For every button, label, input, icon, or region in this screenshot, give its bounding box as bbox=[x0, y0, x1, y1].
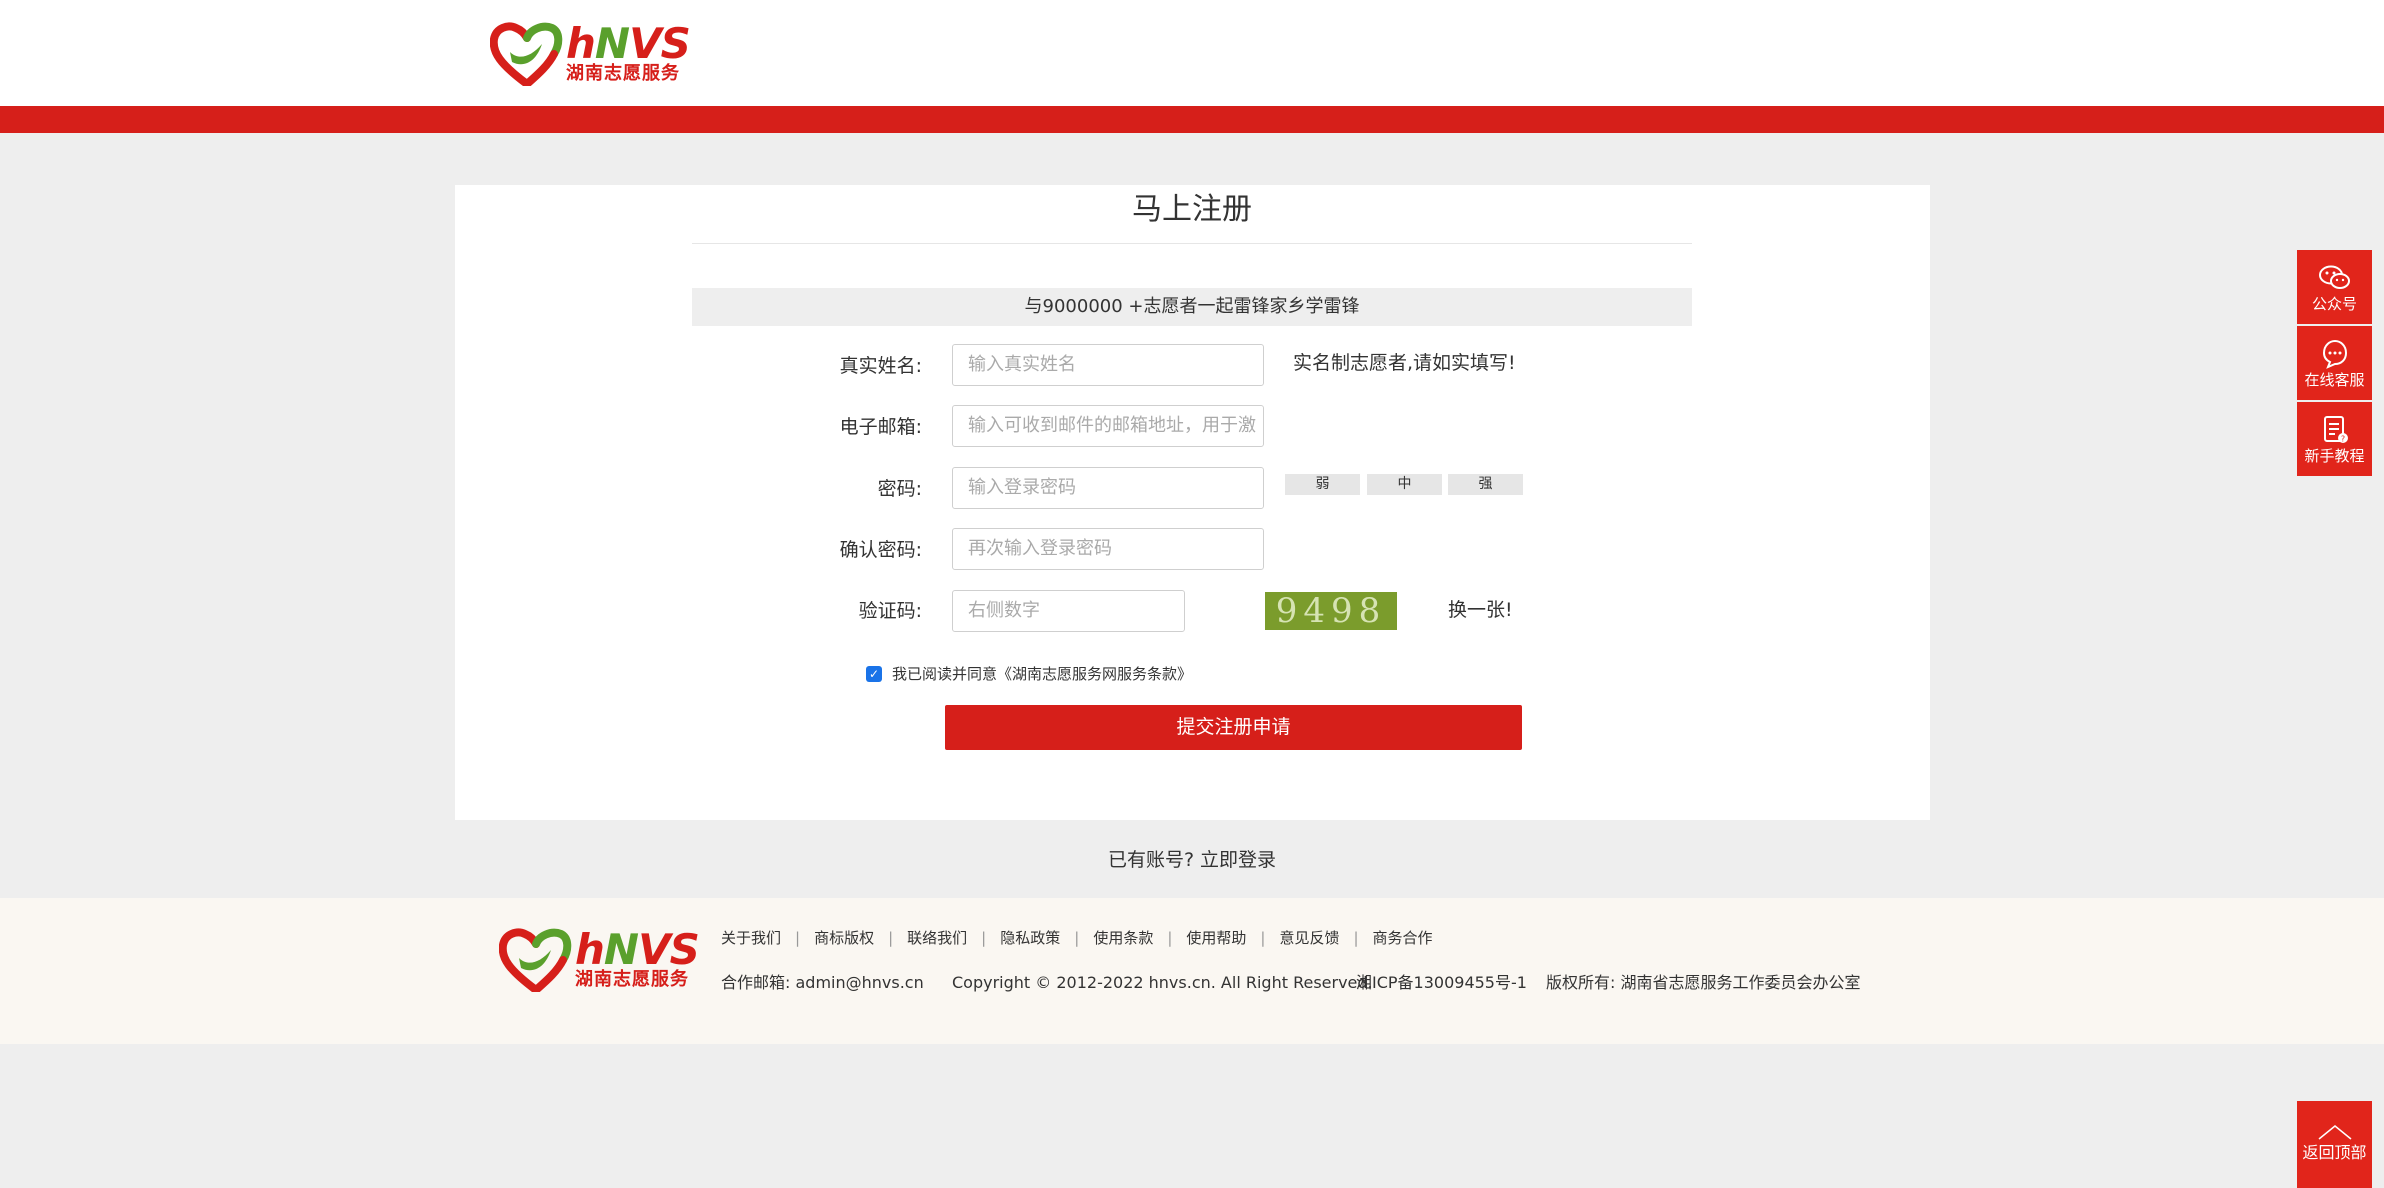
captcha-image[interactable]: 9498 bbox=[1265, 592, 1397, 630]
confirm-password-input[interactable]: 再次输入登录密码 bbox=[952, 528, 1264, 570]
real-name-input[interactable]: 输入真实姓名 bbox=[952, 344, 1264, 386]
side-service-label: 在线客服 bbox=[2304, 371, 2365, 389]
page-title: 马上注册 bbox=[1132, 192, 1252, 227]
footer-logo[interactable]: hNVS 湖南志愿服务 bbox=[498, 925, 700, 994]
password-label: 密码: bbox=[877, 478, 922, 500]
real-name-label: 真实姓名: bbox=[839, 355, 922, 377]
footer-owner: 版权所有: 湖南省志愿服务工作委员会办公室 bbox=[1546, 973, 1861, 992]
side-tutorial-label: 新手教程 bbox=[2304, 447, 2365, 465]
side-wechat-label: 公众号 bbox=[2311, 295, 2357, 313]
side-wechat-button[interactable]: 公众号 bbox=[2297, 250, 2372, 324]
password-input[interactable]: 输入登录密码 bbox=[952, 467, 1264, 509]
submit-register-button[interactable]: 提交注册申请 bbox=[945, 705, 1522, 750]
agree-terms[interactable]: ✓ 我已阅读并同意《湖南志愿服务网服务条款》 bbox=[866, 663, 1192, 684]
strength-strong: 强 bbox=[1448, 474, 1523, 495]
logo-brand-text: hNVS bbox=[575, 925, 700, 974]
footer-link-about[interactable]: 关于我们 bbox=[721, 928, 795, 948]
footer-link-help[interactable]: 使用帮助 bbox=[1172, 928, 1260, 948]
customer-service-icon bbox=[2297, 338, 2372, 370]
heart-logo-icon bbox=[498, 928, 573, 994]
refresh-captcha-link[interactable]: 换一张! bbox=[1448, 591, 1513, 629]
confirm-password-label: 确认密码: bbox=[839, 539, 922, 561]
captcha-input[interactable]: 右侧数字 bbox=[952, 590, 1185, 632]
captcha-label: 验证码: bbox=[858, 600, 922, 622]
heart-logo-icon bbox=[489, 22, 564, 88]
strength-weak: 弱 bbox=[1285, 474, 1360, 495]
back-to-top-label: 返回顶部 bbox=[2302, 1143, 2367, 1162]
footer-link-terms[interactable]: 使用条款 bbox=[1079, 928, 1167, 948]
tutorial-icon: ? bbox=[2297, 414, 2372, 446]
logo-subtitle: 湖南志愿服务 bbox=[566, 63, 680, 84]
footer-icp[interactable]: 湘ICP备13009455号-1 bbox=[1356, 973, 1527, 993]
chevron-up-icon bbox=[2297, 1123, 2372, 1143]
real-name-hint: 实名制志愿者,请如实填写! bbox=[1293, 352, 1516, 374]
email-input[interactable]: 输入可收到邮件的邮箱地址，用于激 bbox=[952, 405, 1264, 447]
logo-subtitle: 湖南志愿服务 bbox=[575, 969, 689, 990]
side-tutorial-button[interactable]: ? 新手教程 bbox=[2297, 402, 2372, 476]
footer-link-feedback[interactable]: 意见反馈 bbox=[1265, 928, 1353, 948]
wechat-icon bbox=[2297, 262, 2372, 294]
strength-medium: 中 bbox=[1367, 474, 1442, 495]
footer-link-contact[interactable]: 联络我们 bbox=[893, 928, 981, 948]
agree-label[interactable]: 我已阅读并同意《湖南志愿服务网服务条款》 bbox=[892, 663, 1192, 684]
side-service-button[interactable]: 在线客服 bbox=[2297, 326, 2372, 400]
footer-link-privacy[interactable]: 隐私政策 bbox=[986, 928, 1074, 948]
site-footer bbox=[0, 898, 2384, 1044]
footer-links: 关于我们 | 商标版权 | 联络我们 | 隐私政策 | 使用条款 | 使用帮助 | 意见反馈… bbox=[721, 928, 1447, 948]
logo-brand-text: hNVS bbox=[566, 19, 691, 68]
footer-link-business[interactable]: 商务合作 bbox=[1359, 928, 1447, 948]
back-to-top-button[interactable]: 返回顶部 bbox=[2297, 1101, 2372, 1188]
footer-email: 合作邮箱: admin@hnvs.cn bbox=[721, 973, 924, 992]
email-label: 电子邮箱: bbox=[839, 416, 922, 438]
svg-text:?: ? bbox=[2340, 435, 2344, 444]
footer-copyright: Copyright © 2012-2022 hnvs.cn. All Right… bbox=[952, 973, 1373, 992]
login-link[interactable]: 已有账号? 立即登录 bbox=[0, 845, 2384, 872]
site-header: hNVS 湖南志愿服务 bbox=[0, 0, 2384, 106]
header-logo[interactable]: hNVS 湖南志愿服务 bbox=[489, 19, 691, 88]
agree-checkbox[interactable]: ✓ bbox=[866, 665, 882, 682]
slogan-banner: 与9000000 +志愿者一起雷锋家乡学雷锋 bbox=[692, 288, 1692, 326]
header-red-bar bbox=[0, 106, 2384, 133]
footer-link-trademark[interactable]: 商标版权 bbox=[800, 928, 888, 948]
title-divider bbox=[692, 243, 1692, 244]
